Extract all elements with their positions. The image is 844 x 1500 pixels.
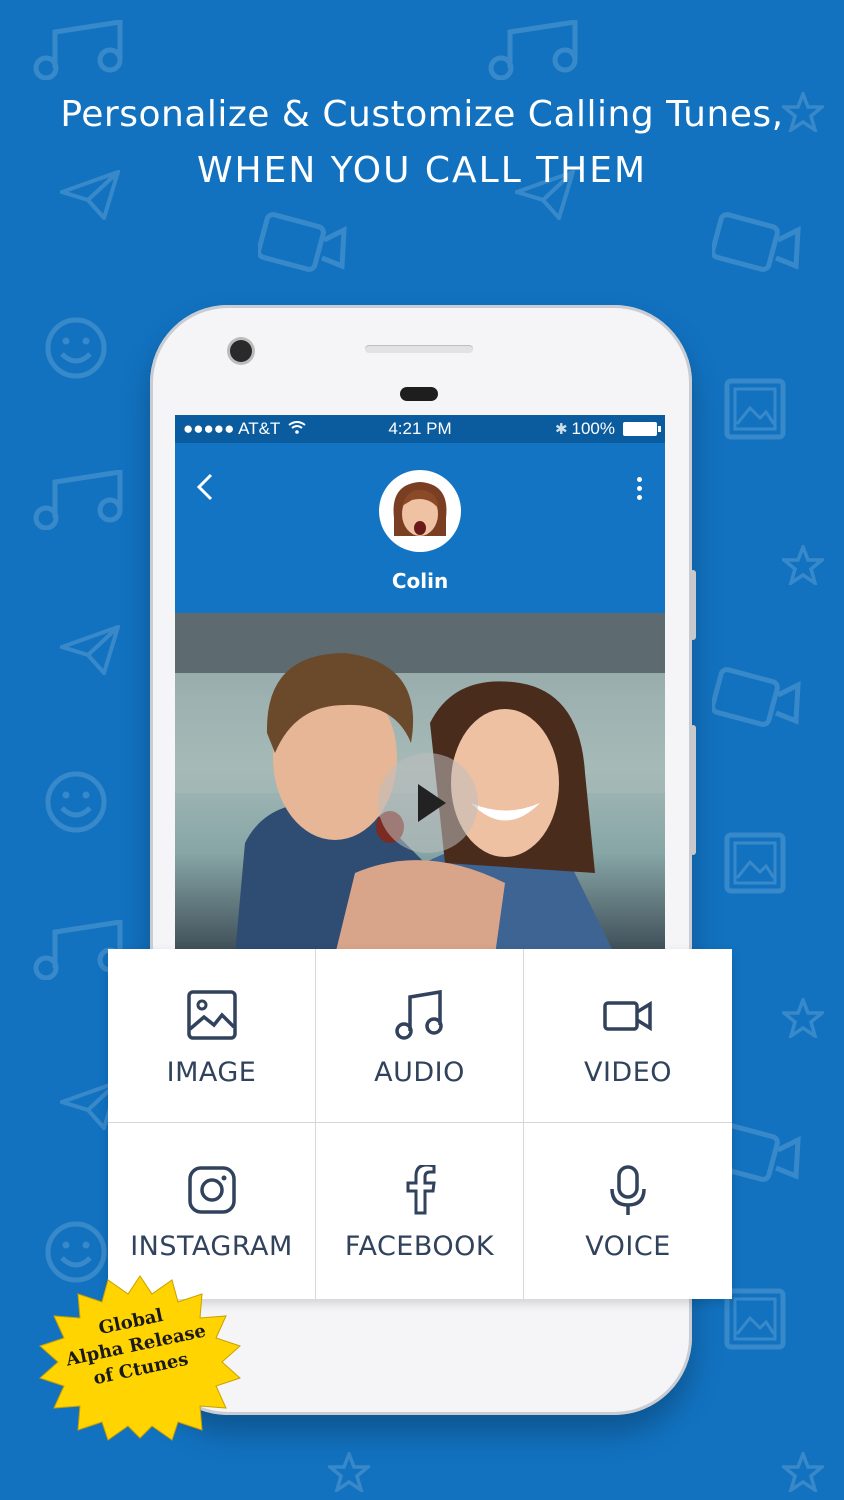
phone-side-button <box>690 570 696 640</box>
status-bar: ●●●●● AT&T 4:21 PM ✱ 100% <box>175 415 665 443</box>
smiley-icon <box>44 770 108 834</box>
music-note-icon <box>30 20 125 80</box>
music-note-icon <box>316 989 523 1041</box>
video-thumbnail[interactable] <box>175 613 665 955</box>
picture-icon <box>724 1288 786 1350</box>
phone-side-button <box>690 725 696 855</box>
option-voice[interactable]: VOICE <box>524 1123 732 1299</box>
star-icon <box>782 1452 824 1492</box>
battery-icon <box>623 422 661 436</box>
star-icon <box>782 998 824 1038</box>
contact-name: Colin <box>391 569 449 593</box>
chevron-left-icon <box>196 473 213 501</box>
battery-percent: 100% <box>571 419 615 438</box>
phone-screen: ●●●●● AT&T 4:21 PM ✱ 100% Colin <box>175 415 665 955</box>
video-camera-icon <box>524 989 732 1041</box>
option-facebook[interactable]: FACEBOOK <box>316 1123 524 1299</box>
option-video[interactable]: VIDEO <box>524 949 732 1123</box>
headline-line-1: Personalize & Customize Calling Tunes, <box>60 94 784 135</box>
video-camera-icon <box>712 665 802 735</box>
avatar-photo <box>393 482 447 548</box>
more-menu-button[interactable] <box>629 473 649 509</box>
option-audio-label: AUDIO <box>374 1057 465 1088</box>
earpiece-speaker <box>365 345 473 353</box>
smiley-icon <box>44 316 108 380</box>
bluetooth-icon: ✱ <box>554 421 568 438</box>
star-icon <box>782 545 824 585</box>
option-video-label: VIDEO <box>583 1057 673 1088</box>
dot <box>636 477 642 482</box>
avatar[interactable] <box>379 470 461 552</box>
facebook-icon <box>316 1165 523 1217</box>
status-right: ✱ 100% <box>554 419 661 439</box>
paper-plane-icon <box>60 625 120 675</box>
option-instagram-label: INSTAGRAM <box>130 1231 293 1262</box>
front-camera <box>230 340 252 362</box>
dot <box>636 486 642 491</box>
dot <box>636 495 642 500</box>
star-icon <box>328 1452 370 1492</box>
proximity-sensor <box>400 387 438 401</box>
instagram-icon <box>108 1165 315 1217</box>
video-camera-icon <box>258 210 348 280</box>
option-audio[interactable]: AUDIO <box>316 949 524 1123</box>
video-camera-icon <box>712 210 802 280</box>
play-button[interactable] <box>378 753 478 853</box>
option-facebook-label: FACEBOOK <box>344 1231 495 1262</box>
picture-icon <box>724 378 786 440</box>
option-voice-label: VOICE <box>585 1231 671 1262</box>
back-button[interactable] <box>195 473 225 503</box>
option-image[interactable]: IMAGE <box>108 949 316 1123</box>
contact-header: Colin <box>175 443 665 613</box>
microphone-icon <box>524 1165 732 1217</box>
music-note-icon <box>485 20 580 80</box>
picture-icon <box>724 832 786 894</box>
headline-line-2: WHEN YOU CALL THEM <box>196 150 648 191</box>
media-options-grid: IMAGE AUDIO VIDEO INSTAGRAM FACEBOOK VOI… <box>108 949 732 1299</box>
image-icon <box>108 989 315 1041</box>
music-note-icon <box>30 470 125 530</box>
option-image-label: IMAGE <box>166 1057 257 1088</box>
